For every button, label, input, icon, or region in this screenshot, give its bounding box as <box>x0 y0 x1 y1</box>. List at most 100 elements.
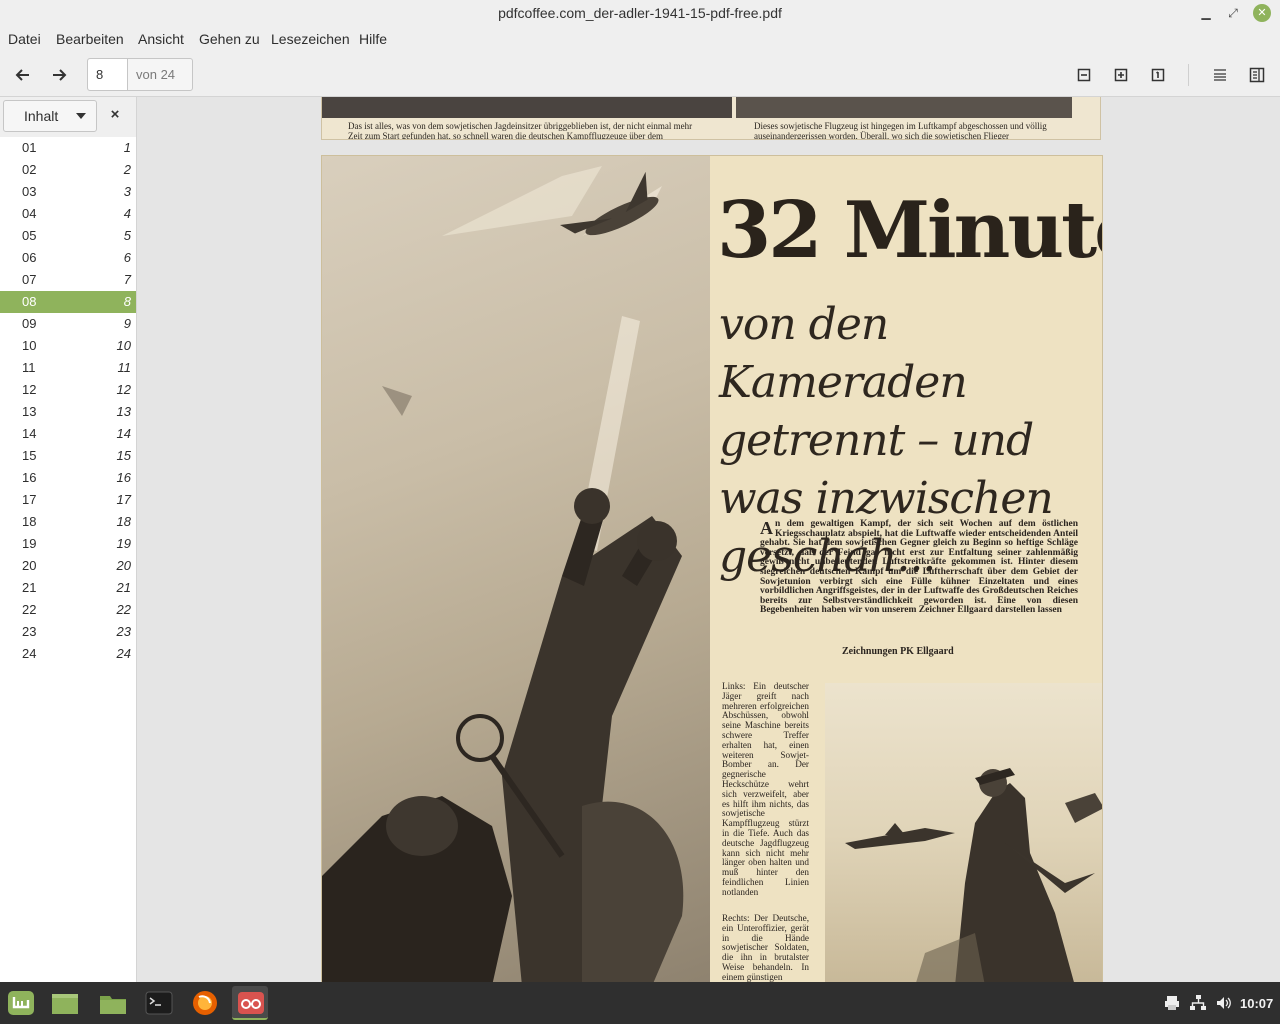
terminal-icon <box>145 991 173 1015</box>
sidebar-header: Inhalt × <box>0 97 136 137</box>
mint-menu-icon <box>8 991 34 1015</box>
toc-item[interactable]: 12 12 <box>0 379 136 401</box>
toc-item[interactable]: 07 7 <box>0 269 136 291</box>
printer-icon[interactable] <box>1163 994 1181 1012</box>
window-title: pdfcoffee.com_der-adler-1941-15-pdf-free… <box>498 5 782 21</box>
toc-item-title: 09 <box>22 316 37 331</box>
toc-item-page: 22 <box>116 602 131 617</box>
intro-text: n dem gewaltigen Kampf, der sich seit Wo… <box>760 519 1078 616</box>
toc-item[interactable]: 22 22 <box>0 599 136 621</box>
toc-item-page: 2 <box>123 162 131 177</box>
sidebar-mode-dropdown[interactable]: Inhalt <box>3 100 97 132</box>
files-button[interactable] <box>94 986 130 1020</box>
sidebar-toggle-icon[interactable] <box>1246 64 1268 86</box>
toc-item-page: 1 <box>123 140 131 155</box>
toc-item[interactable]: 16 16 <box>0 467 136 489</box>
toc-item[interactable]: 15 15 <box>0 445 136 467</box>
menu-ansicht[interactable]: Ansicht <box>138 26 184 52</box>
toc-item-title: 17 <box>22 492 37 507</box>
photo-caption-right: Dieses sowjetische Flugzeug ist hingegen… <box>754 121 1047 140</box>
clock[interactable]: 10:07 <box>1240 982 1273 1024</box>
close-button[interactable]: ✕ <box>1253 4 1271 22</box>
menu-lesezeichen[interactable]: Lesezeichen <box>271 26 350 52</box>
page-selector: von 24 <box>87 58 193 91</box>
toc-item-title: 24 <box>22 646 37 661</box>
toc-item-page: 20 <box>116 558 131 573</box>
toc-item[interactable]: 24 24 <box>0 643 136 665</box>
show-desktop-button[interactable] <box>46 986 82 1020</box>
toc-item-title: 08 <box>22 294 37 309</box>
page-total-label: von 24 <box>136 67 176 82</box>
zoom-in-icon[interactable] <box>1110 64 1132 86</box>
arrow-left-icon[interactable] <box>12 64 34 86</box>
document-view[interactable]: Das ist alles, was von dem sowjetischen … <box>137 97 1280 982</box>
toc-item[interactable]: 01 1 <box>0 137 136 159</box>
toc-item-page: 14 <box>116 426 131 441</box>
menu-bar: Datei Bearbeiten Ansicht Gehen zu Leseze… <box>0 26 1280 52</box>
toc-item[interactable]: 03 3 <box>0 181 136 203</box>
caption-rechts: Rechts: Der Deutsche, ein Unteroffizier,… <box>722 913 809 982</box>
network-icon[interactable] <box>1189 994 1207 1012</box>
terminal-button[interactable] <box>140 986 176 1020</box>
document-viewer-button[interactable] <box>232 986 268 1020</box>
toc-item-page: 9 <box>123 316 131 331</box>
sidebar-mode-label: Inhalt <box>24 108 59 124</box>
firefox-button[interactable] <box>186 986 222 1020</box>
toc-item-page: 16 <box>116 470 131 485</box>
fit-page-icon[interactable] <box>1147 64 1169 86</box>
toc-item[interactable]: 21 21 <box>0 577 136 599</box>
toc-item[interactable]: 09 9 <box>0 313 136 335</box>
toc-item[interactable]: 06 6 <box>0 247 136 269</box>
toc-item-page: 11 <box>117 360 132 375</box>
sidebar: Inhalt × 01 1 02 2 03 3 04 4 05 5 06 6 07 7 08 8 09 9 10 10… <box>0 97 137 982</box>
arrow-right-icon[interactable] <box>48 64 70 86</box>
taskbar: 10:07 <box>0 982 1280 1024</box>
toc-item-page: 10 <box>116 338 131 353</box>
toc-item[interactable]: 04 4 <box>0 203 136 225</box>
toc-item-page: 23 <box>116 624 131 639</box>
toc-item[interactable]: 20 20 <box>0 555 136 577</box>
continuous-icon[interactable] <box>1209 64 1231 86</box>
sidebar-close-button[interactable]: × <box>105 105 125 125</box>
toc-item-page: 6 <box>123 250 131 265</box>
toc-item-page: 24 <box>116 646 131 661</box>
previous-page: Das ist alles, was von dem sowjetischen … <box>321 97 1101 140</box>
minimize-button[interactable]: ▁ <box>1196 3 1216 23</box>
toc-item[interactable]: 05 5 <box>0 225 136 247</box>
toc-item-page: 3 <box>123 184 131 199</box>
document-viewer-icon <box>238 992 264 1014</box>
toc-item[interactable]: 18 18 <box>0 511 136 533</box>
toc-item[interactable]: 19 19 <box>0 533 136 555</box>
volume-icon[interactable] <box>1215 994 1233 1012</box>
toc-item-title: 16 <box>22 470 37 485</box>
toc-item[interactable]: 11 11 <box>0 357 136 379</box>
toc-item-title: 03 <box>22 184 37 199</box>
pdf-page-8: 32 Minuten von den Kameraden getrennt – … <box>321 155 1103 982</box>
menu-bearbeiten[interactable]: Bearbeiten <box>56 26 124 52</box>
toc-item-page: 18 <box>116 514 131 529</box>
page-number-input[interactable] <box>88 59 128 90</box>
toc-item[interactable]: 10 10 <box>0 335 136 357</box>
caption-links: Links: Ein deutscher Jäger greift nach m… <box>722 681 809 897</box>
mint-menu-button[interactable] <box>2 986 38 1020</box>
toc-item-title: 11 <box>22 360 36 375</box>
toc-item-page: 12 <box>116 382 131 397</box>
toc-list: 01 1 02 2 03 3 04 4 05 5 06 6 07 7 08 8 09 9 10 10 11 11 12 12 1… <box>0 137 136 665</box>
toc-item-page: 7 <box>123 272 131 287</box>
toc-item[interactable]: 08 8 <box>0 291 136 313</box>
toc-item[interactable]: 14 14 <box>0 423 136 445</box>
toc-item[interactable]: 23 23 <box>0 621 136 643</box>
firefox-icon <box>193 991 217 1015</box>
photo-caption-left: Das ist alles, was von dem sowjetischen … <box>348 121 693 140</box>
toc-item[interactable]: 17 17 <box>0 489 136 511</box>
illustration-credit: Zeichnungen PK Ellgaard <box>842 646 954 657</box>
maximize-button[interactable]: ⤢ <box>1223 3 1243 23</box>
toc-item-page: 19 <box>116 536 131 551</box>
zoom-out-icon[interactable] <box>1073 64 1095 86</box>
toc-item[interactable]: 02 2 <box>0 159 136 181</box>
drop-cap: A <box>760 518 773 538</box>
toc-item[interactable]: 13 13 <box>0 401 136 423</box>
menu-datei[interactable]: Datei <box>8 26 41 52</box>
menu-hilfe[interactable]: Hilfe <box>359 26 387 52</box>
menu-gehen-zu[interactable]: Gehen zu <box>199 26 260 52</box>
